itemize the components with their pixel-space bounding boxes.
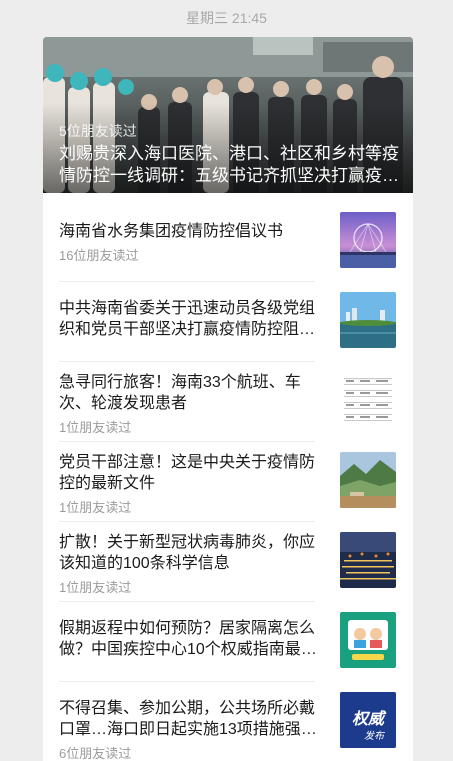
- article-title: 假期返程中如何预防？居家隔离怎么做？中国疾控中心10个权威指南最新发布: [59, 620, 317, 658]
- article-item[interactable]: 不得召集、参加公期，公共场所必戴口罩…海口即日起实施13项措施强化疫情防控 6位…: [59, 681, 400, 761]
- health-guide-illustration: [340, 612, 396, 668]
- article-read-count: 6位朋友读过: [59, 746, 132, 761]
- divider: [59, 281, 315, 282]
- article-title: 党员干部注意！这是中央关于疫情防控的最新文件: [59, 454, 316, 492]
- article-item[interactable]: 扩散！关于新型冠状病毒肺炎，你应该知道的100条科学信息 1位朋友读过: [59, 521, 400, 601]
- article-title: 中共海南省委关于迅速动员各级党组织和党员干部坚决打赢疫情防控阻击战的通知: [59, 300, 316, 338]
- article-item[interactable]: 党员干部注意！这是中央关于疫情防控的最新文件 1位朋友读过: [59, 441, 400, 521]
- bridge-night-photo: [340, 212, 396, 268]
- divider: [59, 521, 315, 522]
- article-read-count: 16位朋友读过: [59, 248, 139, 263]
- release-logo-text: 发布: [364, 730, 386, 742]
- city-lights-photo: [340, 532, 396, 588]
- article-card: 5位朋友读过 刘赐贵深入海口医院、港口、社区和乡村等疫情防控一线调研：五级书记齐…: [43, 37, 413, 761]
- article-item[interactable]: 中共海南省委关于迅速动员各级党组织和党员干部坚决打赢疫情防控阻击战的通知: [59, 281, 400, 361]
- article-item[interactable]: 假期返程中如何预防？居家隔离怎么做？中国疾控中心10个权威指南最新发布: [59, 601, 400, 681]
- article-title: 海南省水务集团疫情防控倡议书: [59, 223, 284, 240]
- authority-release-logo: 权威 发布: [340, 692, 396, 748]
- article-title: 扩散！关于新型冠状病毒肺炎，你应该知道的100条科学信息: [59, 534, 316, 572]
- message-timestamp: 星期三 21:45: [186, 10, 267, 26]
- article-read-count: 1位朋友读过: [59, 500, 132, 515]
- article-title: 不得召集、参加公期，公共场所必戴口罩…海口即日起实施13项措施强化疫情防控: [59, 700, 317, 738]
- article-item[interactable]: 急寻同行旅客！海南33个航班、车次、轮渡发现患者 1位朋友读过: [59, 361, 400, 441]
- mountain-landscape-photo: [340, 452, 396, 508]
- article-read-count: 1位朋友读过: [59, 580, 132, 595]
- divider: [59, 441, 315, 442]
- divider: [59, 681, 315, 682]
- authority-logo-text: 权威: [352, 709, 387, 728]
- article-item[interactable]: 海南省水务集团疫情防控倡议书 16位朋友读过: [59, 201, 400, 281]
- divider: [59, 601, 315, 602]
- flight-table-image: [340, 372, 396, 428]
- hero-article[interactable]: 5位朋友读过 刘赐贵深入海口医院、港口、社区和乡村等疫情防控一线调研：五级书记齐…: [43, 37, 413, 193]
- hero-read-count: 5位朋友读过: [59, 123, 137, 139]
- divider: [59, 361, 315, 362]
- article-read-count: 1位朋友读过: [59, 420, 132, 435]
- lake-city-photo: [340, 292, 396, 348]
- hero-title: 刘赐贵深入海口医院、港口、社区和乡村等疫情防控一线调研：五级书记齐抓坚决打赢疫情…: [59, 144, 399, 185]
- article-title: 急寻同行旅客！海南33个航班、车次、轮渡发现患者: [59, 374, 301, 412]
